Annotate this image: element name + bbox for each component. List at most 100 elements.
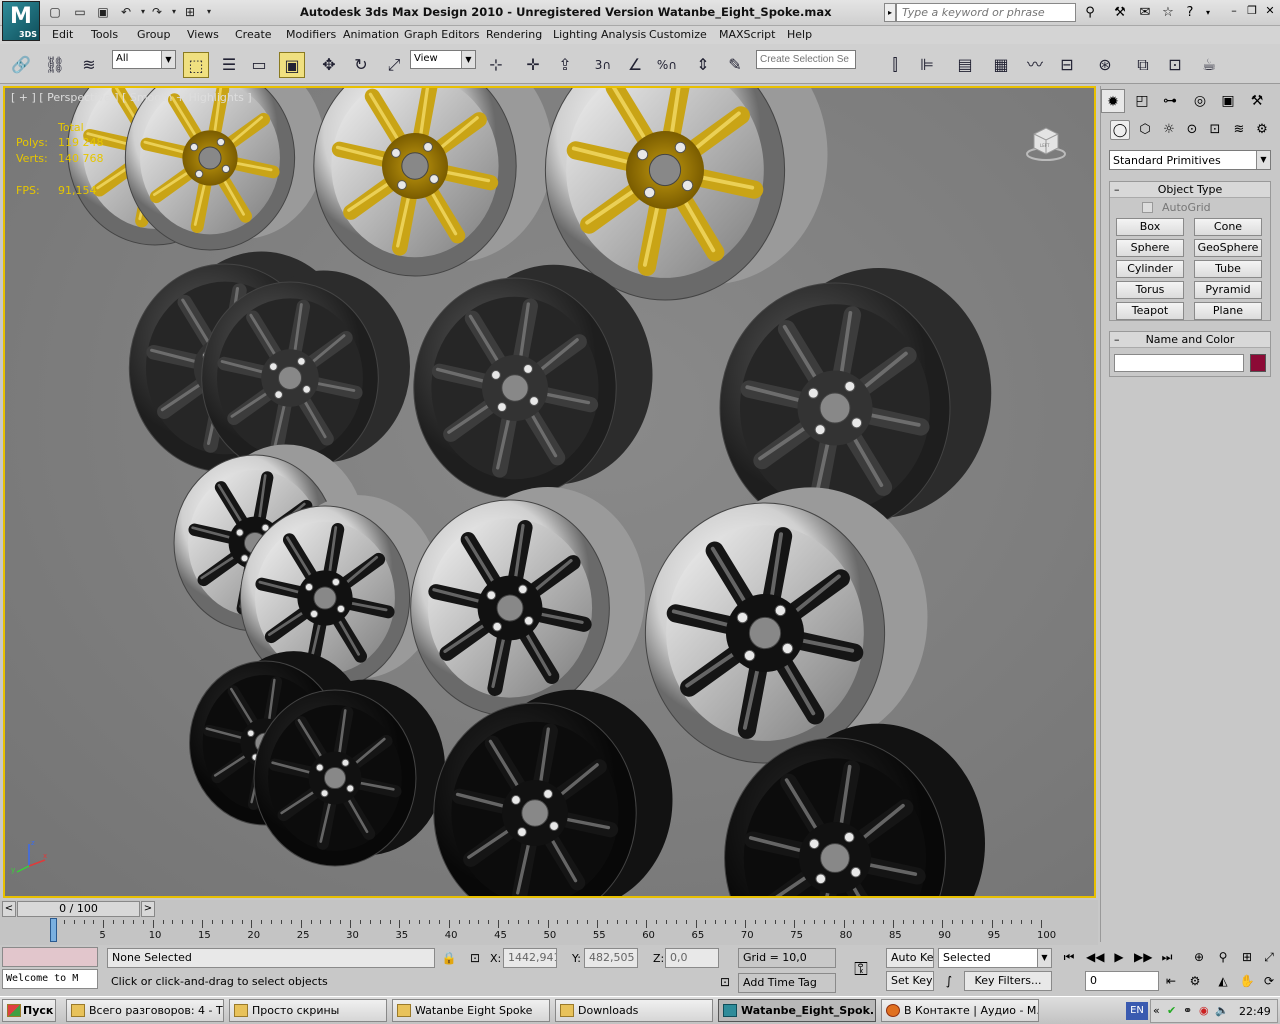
zoom-icon[interactable]: ⚲	[1214, 948, 1232, 966]
tray-volume-icon[interactable]: 🔈	[1215, 1004, 1229, 1017]
motion-tab-icon[interactable]: ◎	[1188, 89, 1212, 113]
current-frame-input[interactable]: 0	[1085, 971, 1159, 991]
snaps-toggle-icon[interactable]: 3∩	[590, 52, 616, 78]
layer-manager-icon[interactable]: ▤	[952, 52, 978, 78]
project-folder-icon[interactable]: ⊞	[181, 3, 199, 21]
maxscript-mini-listener-top[interactable]	[2, 947, 98, 967]
favorites-icon[interactable]: ☆	[1158, 3, 1178, 22]
orbit-icon[interactable]: ⟳	[1260, 972, 1278, 990]
menu-views[interactable]: Views	[187, 28, 219, 41]
menu-create[interactable]: Create	[235, 28, 272, 41]
new-file-icon[interactable]: ▢	[46, 3, 64, 21]
geometry-category-icon[interactable]: ◯	[1110, 120, 1130, 140]
undo-icon[interactable]: ↶	[117, 3, 135, 21]
select-object-icon[interactable]: ⬚	[183, 52, 209, 78]
graphite-toggle-icon[interactable]: ▦	[988, 52, 1014, 78]
object-color-swatch[interactable]	[1250, 354, 1266, 372]
unlink-icon[interactable]: ⛓	[42, 52, 68, 78]
rendered-frame-icon[interactable]: ⊡	[1162, 52, 1188, 78]
restore-icon[interactable]: ❐	[1244, 4, 1260, 18]
window-crossing-icon[interactable]: ▣	[279, 52, 305, 78]
y-coordinate-field[interactable]: 482,505	[584, 948, 638, 968]
utilities-tab-icon[interactable]: ⚒	[1245, 89, 1269, 113]
taskbar-item-chat[interactable]: Всего разговоров: 4 - Т...	[66, 999, 224, 1022]
zoom-extents-all-icon[interactable]: ⊞	[1238, 948, 1256, 966]
create-cylinder-button[interactable]: Cylinder	[1116, 260, 1184, 278]
time-tag-icon[interactable]: ⊡	[716, 973, 734, 991]
bind-space-warp-icon[interactable]: ≋	[76, 52, 102, 78]
create-plane-button[interactable]: Plane	[1194, 302, 1262, 320]
tray-network-icon[interactable]: ⚭	[1183, 1004, 1192, 1017]
current-time-marker[interactable]	[50, 918, 57, 942]
subscription-center-icon[interactable]: ⚒	[1110, 3, 1130, 22]
z-coordinate-field[interactable]: 0,0	[665, 948, 719, 968]
cameras-category-icon[interactable]: ⊙	[1182, 120, 1202, 140]
object-name-input[interactable]	[1114, 354, 1244, 372]
helpers-category-icon[interactable]: ⊡	[1205, 120, 1225, 140]
create-box-button[interactable]: Box	[1116, 218, 1184, 236]
tray-antivirus-icon[interactable]: ◉	[1199, 1004, 1209, 1017]
create-teapot-button[interactable]: Teapot	[1116, 302, 1184, 320]
key-filters-button[interactable]: Key Filters...	[964, 971, 1052, 991]
tray-check-icon[interactable]: ✔	[1167, 1004, 1176, 1017]
search-expand-icon[interactable]: ▸	[884, 3, 896, 22]
menu-rendering[interactable]: Rendering	[486, 28, 542, 41]
select-manipulate-icon[interactable]: ✛	[520, 52, 546, 78]
key-mode-toggle-icon[interactable]: ⇤	[1162, 972, 1180, 990]
hierarchy-tab-icon[interactable]: ⊶	[1158, 89, 1182, 113]
taskbar-item-screens[interactable]: Просто скрины	[229, 999, 387, 1022]
help-icon[interactable]: ?	[1180, 3, 1200, 22]
create-tab-icon[interactable]: ✹	[1101, 89, 1125, 113]
taskbar-item-3dsmax[interactable]: Watanbe_Eight_Spok...	[718, 999, 876, 1022]
select-and-move-icon[interactable]: ✥	[316, 52, 342, 78]
select-and-scale-icon[interactable]: ⤢	[381, 52, 407, 78]
zoom-extents-icon[interactable]: ⊕	[1190, 948, 1208, 966]
x-coordinate-field[interactable]: 1442,941	[503, 948, 557, 968]
autogrid-checkbox[interactable]	[1142, 202, 1153, 213]
align-icon[interactable]: ⊫	[914, 52, 940, 78]
create-tube-button[interactable]: Tube	[1194, 260, 1262, 278]
go-to-end-icon[interactable]: ⏭	[1158, 948, 1176, 966]
timeline-ruler[interactable]: 0510152025303540455055606570758085909510…	[0, 900, 1098, 945]
menu-lighting-analysis[interactable]: Lighting Analysis	[553, 28, 646, 41]
open-file-icon[interactable]: ▭	[71, 3, 89, 21]
perspective-viewport[interactable]: [ + ] [ Perspective ] [ Smooth + Highlig…	[3, 86, 1096, 898]
taskbar-item-downloads[interactable]: Downloads	[555, 999, 713, 1022]
minimize-icon[interactable]: –	[1226, 4, 1242, 18]
lights-category-icon[interactable]: ☼	[1159, 120, 1179, 140]
help-dropdown-icon[interactable]: ▾	[1198, 3, 1218, 22]
pan-icon[interactable]: ✋	[1238, 972, 1256, 990]
reference-coord-dropdown[interactable]: View ▼	[410, 50, 476, 69]
menu-maxscript[interactable]: MAXScript	[719, 28, 775, 41]
menu-group[interactable]: Group	[137, 28, 171, 41]
create-cone-button[interactable]: Cone	[1194, 218, 1262, 236]
keyboard-shortcut-override-icon[interactable]: ⇪	[552, 52, 578, 78]
field-of-view-icon[interactable]: ◭	[1214, 972, 1232, 990]
schematic-view-icon[interactable]: ⊟	[1054, 52, 1080, 78]
menu-graph-editors[interactable]: Graph Editors	[404, 28, 480, 41]
app-menu-button[interactable]: M 3DS	[2, 1, 40, 41]
material-editor-icon[interactable]: ⊛	[1092, 52, 1118, 78]
keyword-search-input[interactable]	[896, 3, 1076, 22]
menu-modifiers[interactable]: Modifiers	[286, 28, 336, 41]
spinner-snap-icon[interactable]: ⇕	[690, 52, 716, 78]
selection-filter-dropdown[interactable]: All ▼	[112, 50, 176, 69]
create-geosphere-button[interactable]: GeoSphere	[1194, 239, 1262, 257]
selection-lock-icon[interactable]: 🔒	[440, 949, 458, 967]
start-button[interactable]: Пуск	[2, 999, 56, 1022]
taskbar-item-watanbe-folder[interactable]: Watanbe Eight Spoke	[392, 999, 550, 1022]
select-and-rotate-icon[interactable]: ↻	[348, 52, 374, 78]
mirror-icon[interactable]: ⫿	[882, 52, 908, 78]
menu-edit[interactable]: Edit	[52, 28, 73, 41]
play-icon[interactable]: ▶	[1110, 948, 1128, 966]
primitives-dropdown[interactable]: Standard Primitives ▼	[1109, 150, 1271, 170]
quick-access-dropdown-icon[interactable]: ▾	[200, 3, 218, 21]
render-setup-icon[interactable]: ⧉	[1130, 52, 1156, 78]
language-indicator[interactable]: EN	[1126, 1002, 1148, 1020]
pivot-center-icon[interactable]: ⊹	[483, 52, 509, 78]
viewport-label[interactable]: [ + ] [ Perspective ] [ Smooth + Highlig…	[11, 91, 252, 104]
menu-animation[interactable]: Animation	[343, 28, 399, 41]
binoculars-search-icon[interactable]: ⚲	[1080, 3, 1100, 22]
systems-category-icon[interactable]: ⚙	[1252, 120, 1272, 140]
create-torus-button[interactable]: Torus	[1116, 281, 1184, 299]
